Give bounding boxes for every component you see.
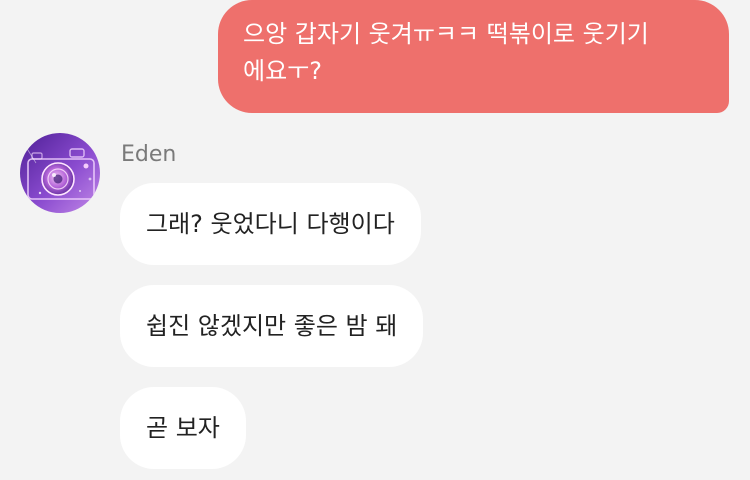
- sent-message-line: 으앙 갑자기 웃겨ㅠㅋㅋ 떡볶이로 웃기기: [243, 20, 649, 48]
- received-message-text: 곧 보자: [146, 413, 220, 442]
- sender-avatar[interactable]: [20, 133, 100, 213]
- camera-avatar-icon: [20, 133, 100, 213]
- received-message-bubble[interactable]: 그래? 웃었다니 다행이다: [120, 183, 421, 265]
- received-message-text: 그래? 웃었다니 다행이다: [146, 209, 395, 238]
- sender-name: Eden: [121, 142, 177, 167]
- received-message-bubble[interactable]: 곧 보자: [120, 387, 246, 469]
- chat-conversation: 으앙 갑자기 웃겨ㅠㅋㅋ 떡볶이로 웃기기 에요ㅜ? Eden 그래? 웃었다니…: [0, 0, 750, 480]
- received-message-bubble[interactable]: 쉽진 않겠지만 좋은 밤 돼: [120, 285, 424, 367]
- sent-message-line: 에요ㅜ?: [243, 57, 322, 85]
- sent-message-bubble[interactable]: 으앙 갑자기 웃겨ㅠㅋㅋ 떡볶이로 웃기기 에요ㅜ?: [218, 0, 729, 113]
- received-message-text: 쉽진 않겠지만 좋은 밤 돼: [146, 311, 398, 340]
